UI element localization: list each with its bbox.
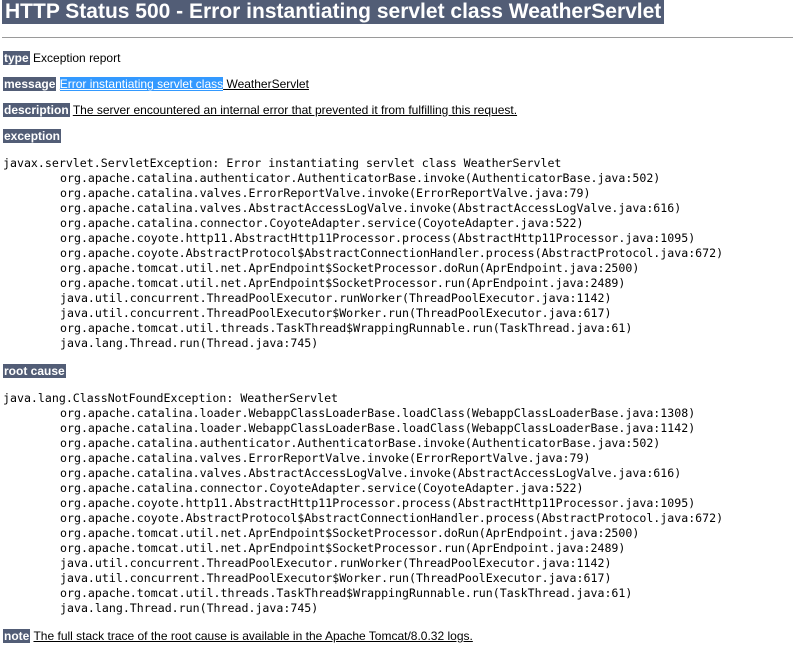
exception-stack-trace: javax.servlet.ServletException: Error in… (3, 156, 723, 351)
message-rest-text[interactable]: WeatherServlet (223, 77, 309, 91)
note-value[interactable]: The full stack trace of the root cause i… (33, 629, 472, 643)
trace-frame-line: org.apache.catalina.valves.AbstractAcces… (60, 466, 682, 480)
trace-frame-line: java.util.concurrent.ThreadPoolExecutor$… (60, 571, 612, 585)
root-cause-row: root cause (3, 364, 66, 379)
trace-frame-line: org.apache.coyote.AbstractProtocol$Abstr… (60, 511, 724, 525)
message-row: message Error instantiating servlet clas… (3, 77, 309, 92)
trace-exception-line: java.lang.ClassNotFoundException: Weathe… (3, 391, 339, 405)
type-row: type Exception report (3, 51, 120, 66)
exception-label: exception (3, 129, 62, 143)
trace-frame-line: org.apache.catalina.valves.AbstractAcces… (60, 201, 682, 215)
root-cause-label: root cause (3, 364, 66, 378)
trace-exception-line: javax.servlet.ServletException: Error in… (3, 156, 562, 170)
note-label: note (3, 629, 31, 643)
trace-frame-line: java.lang.Thread.run(Thread.java:745) (60, 336, 319, 350)
page-title: HTTP Status 500 - Error instantiating se… (2, 0, 665, 24)
trace-frame-line: org.apache.tomcat.util.net.AprEndpoint$S… (60, 276, 626, 290)
description-label: description (3, 103, 70, 117)
trace-frame-line: org.apache.catalina.loader.WebappClassLo… (60, 406, 696, 420)
type-value: Exception report (33, 51, 121, 65)
title-divider (2, 37, 793, 38)
trace-frame-line: java.lang.Thread.run(Thread.java:745) (60, 601, 319, 615)
trace-frame-line: org.apache.coyote.AbstractProtocol$Abstr… (60, 246, 724, 260)
trace-frame-line: org.apache.catalina.authenticator.Authen… (60, 436, 661, 450)
description-value[interactable]: The server encountered an internal error… (73, 103, 517, 117)
trace-frame-line: org.apache.catalina.loader.WebappClassLo… (60, 421, 696, 435)
trace-frame-line: org.apache.tomcat.util.net.AprEndpoint$S… (60, 541, 626, 555)
trace-frame-line: org.apache.catalina.connector.CoyoteAdap… (60, 216, 584, 230)
trace-frame-line: org.apache.coyote.http11.AbstractHttp11P… (60, 231, 696, 245)
trace-frame-line: org.apache.tomcat.util.threads.TaskThrea… (60, 321, 633, 335)
trace-frame-line: org.apache.catalina.connector.CoyoteAdap… (60, 481, 584, 495)
description-row: description The server encountered an in… (3, 103, 517, 118)
trace-frame-line: org.apache.catalina.valves.ErrorReportVa… (60, 186, 591, 200)
trace-frame-line: org.apache.tomcat.util.threads.TaskThrea… (60, 586, 633, 600)
note-row: note The full stack trace of the root ca… (3, 629, 473, 644)
type-label: type (3, 51, 30, 65)
trace-frame-line: org.apache.tomcat.util.net.AprEndpoint$S… (60, 526, 640, 540)
trace-frame-line: org.apache.coyote.http11.AbstractHttp11P… (60, 496, 696, 510)
message-label: message (3, 77, 57, 91)
exception-row: exception (3, 129, 62, 144)
trace-frame-line: java.util.concurrent.ThreadPoolExecutor.… (60, 291, 612, 305)
trace-frame-line: org.apache.catalina.valves.ErrorReportVa… (60, 451, 591, 465)
message-selected-text[interactable]: Error instantiating servlet class (59, 77, 224, 91)
trace-frame-line: java.util.concurrent.ThreadPoolExecutor$… (60, 306, 612, 320)
trace-frame-line: org.apache.catalina.authenticator.Authen… (60, 171, 661, 185)
root-cause-stack-trace: java.lang.ClassNotFoundException: Weathe… (3, 391, 723, 616)
trace-frame-line: java.util.concurrent.ThreadPoolExecutor.… (60, 556, 612, 570)
trace-frame-line: org.apache.tomcat.util.net.AprEndpoint$S… (60, 261, 640, 275)
